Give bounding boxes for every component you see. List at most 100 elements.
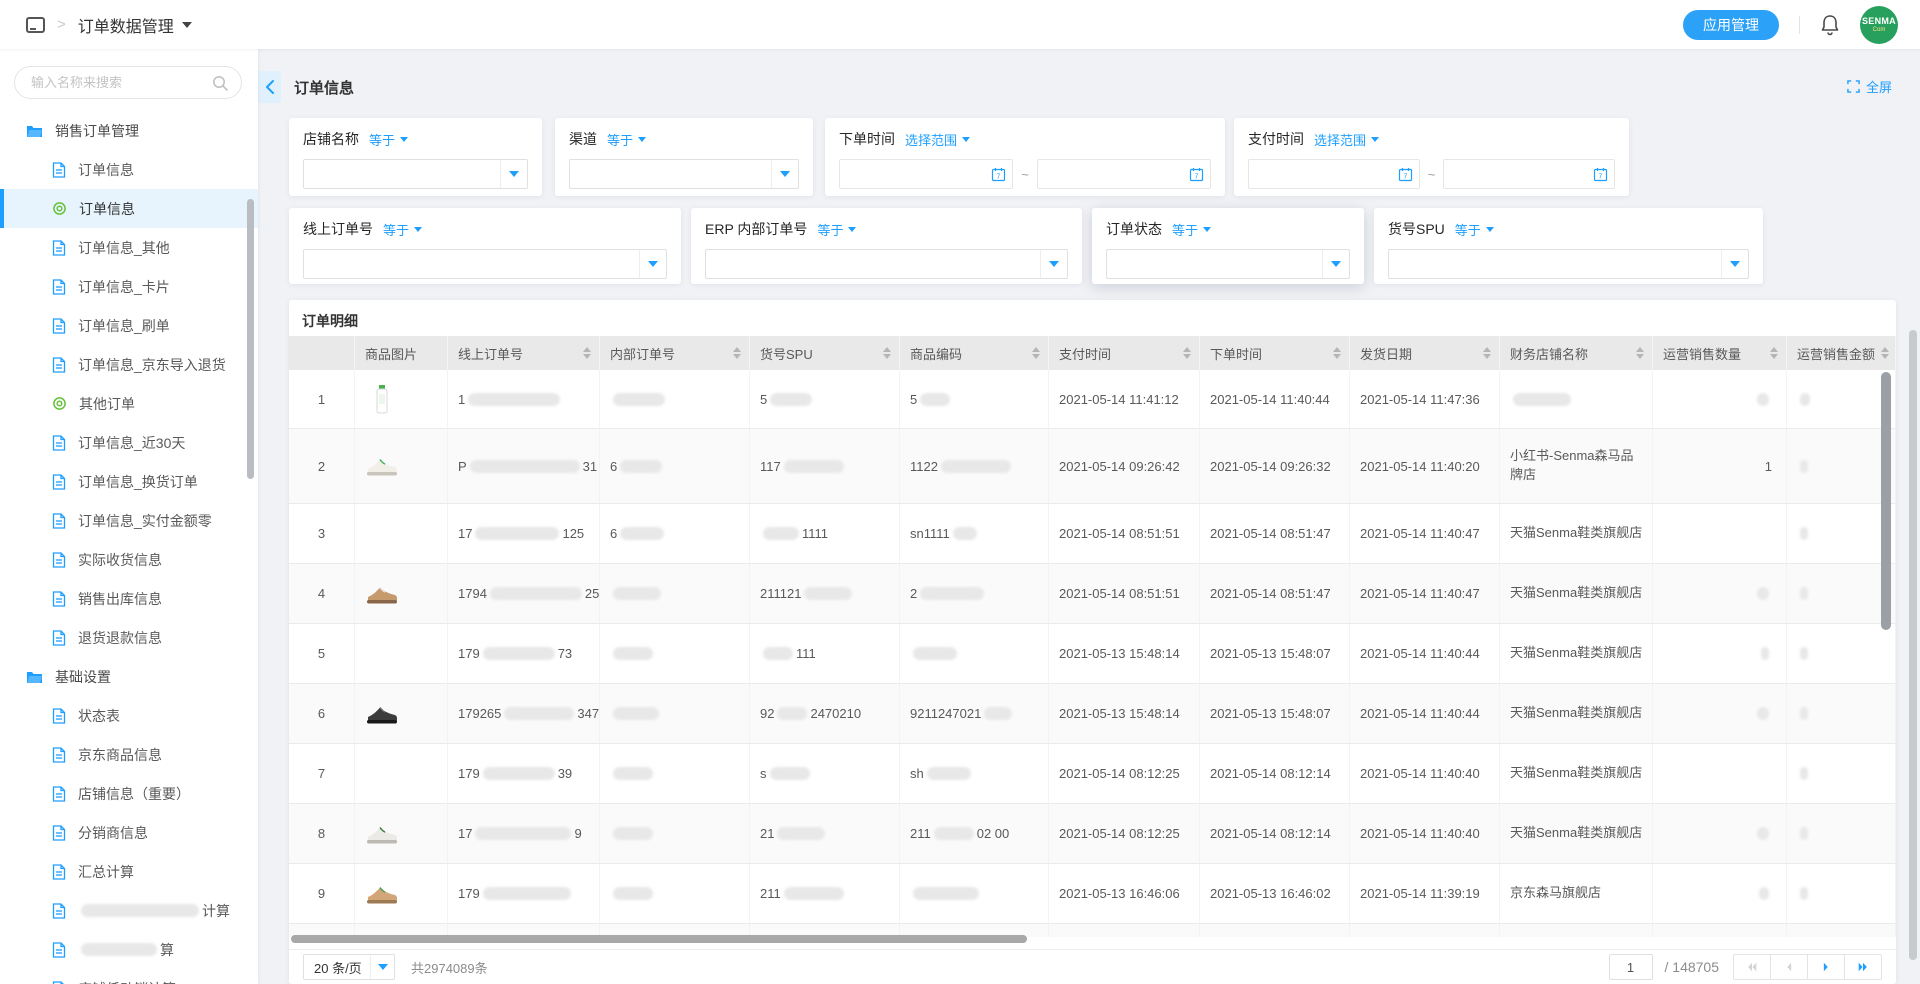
date-end-input-下单时间[interactable]: 7: [1037, 159, 1211, 189]
sidebar-item-退货退款信息[interactable]: 退货退款信息: [0, 618, 258, 657]
back-button[interactable]: [258, 71, 281, 103]
table-horizontal-scrollbar[interactable]: [291, 935, 1027, 943]
sidebar-item-label: 其他订单: [79, 394, 135, 414]
table-row[interactable]: 81792121102 002021-05-14 08:12:252021-05…: [289, 804, 1896, 864]
column-header-支付时间[interactable]: 支付时间: [1049, 336, 1200, 370]
filter-operator-dropdown[interactable]: 等于: [1455, 220, 1494, 239]
sort-icon[interactable]: [1026, 347, 1040, 359]
filter-operator-dropdown[interactable]: 选择范围: [905, 130, 970, 149]
column-header-内部订单号[interactable]: 内部订单号: [600, 336, 750, 370]
filter-operator-dropdown[interactable]: 等于: [817, 220, 856, 239]
sidebar-item-状态表[interactable]: 状态表: [0, 696, 258, 735]
filter-select-订单状态[interactable]: [1106, 249, 1350, 279]
first-page-button[interactable]: [1733, 954, 1771, 980]
table-row[interactable]: 417942521112122021-05-14 08:51:512021-05…: [289, 564, 1896, 624]
page-input[interactable]: [1609, 954, 1653, 980]
search-icon[interactable]: [211, 74, 229, 92]
search-input[interactable]: [15, 67, 241, 98]
sort-icon[interactable]: [877, 347, 891, 359]
sidebar-item-计算[interactable]: 计算: [0, 891, 258, 930]
window-scrollbar[interactable]: [1909, 330, 1917, 960]
table-row[interactable]: 6179265347392247021092112470212021-05-13…: [289, 684, 1896, 744]
sidebar-item-汇总计算[interactable]: 汇总计算: [0, 852, 258, 891]
sidebar-item-订单信息_近30天[interactable]: 订单信息_近30天: [0, 423, 258, 462]
calendar-icon[interactable]: 7: [1593, 167, 1608, 182]
sort-icon[interactable]: [1327, 347, 1341, 359]
table-row[interactable]: 2P31611711222021-05-14 09:26:422021-05-1…: [289, 429, 1896, 504]
sidebar-item-京东商品信息[interactable]: 京东商品信息: [0, 735, 258, 774]
calendar-icon[interactable]: 7: [991, 167, 1006, 182]
column-header-下单时间[interactable]: 下单时间: [1200, 336, 1350, 370]
sidebar-item-算[interactable]: 算: [0, 930, 258, 969]
column-header-商品编码[interactable]: 商品编码: [900, 336, 1049, 370]
page-size-select[interactable]: 20 条/页: [303, 954, 395, 980]
sort-icon[interactable]: [577, 347, 591, 359]
date-end-input-支付时间[interactable]: 7: [1443, 159, 1615, 189]
redacted-blur: [483, 887, 571, 900]
sidebar-item-订单信息_刷单[interactable]: 订单信息_刷单: [0, 306, 258, 345]
sidebar-scrollbar[interactable]: [247, 199, 254, 479]
filter-operator-dropdown[interactable]: 等于: [607, 130, 646, 149]
operator-caret-down-icon: [1486, 227, 1494, 232]
prev-page-button[interactable]: [1770, 954, 1808, 980]
sidebar-group-销售订单管理[interactable]: 销售订单管理: [0, 111, 258, 150]
next-page-button[interactable]: [1807, 954, 1845, 980]
sidebar-item-订单信息[interactable]: 订单信息: [0, 189, 258, 228]
window-icon[interactable]: [26, 17, 45, 33]
filter-operator-dropdown[interactable]: 选择范围: [1314, 130, 1379, 149]
table-row[interactable]: 11552021-05-14 11:41:122021-05-14 11:40:…: [289, 370, 1896, 429]
sidebar-item-店铺低动销计算[interactable]: 店铺低动销计算: [0, 969, 258, 984]
sidebar-item-实际收货信息[interactable]: 实际收货信息: [0, 540, 258, 579]
bell-icon[interactable]: [1820, 14, 1840, 36]
calendar-icon[interactable]: 7: [1189, 167, 1204, 182]
sidebar-item-分销商信息[interactable]: 分销商信息: [0, 813, 258, 852]
doc-icon: [52, 318, 66, 334]
column-header-线上订单号[interactable]: 线上订单号: [448, 336, 600, 370]
sort-icon[interactable]: [1477, 347, 1491, 359]
filter-operator-dropdown[interactable]: 等于: [369, 130, 408, 149]
date-start-input-支付时间[interactable]: 7: [1248, 159, 1420, 189]
sort-icon[interactable]: [1630, 347, 1644, 359]
table-row[interactable]: 717939ssh2021-05-14 08:12:252021-05-14 0…: [289, 744, 1896, 804]
sidebar-group-基础设置[interactable]: 基础设置: [0, 657, 258, 696]
sort-icon[interactable]: [1764, 347, 1778, 359]
column-header-运营销售数量[interactable]: 运营销售数量: [1653, 336, 1787, 370]
sidebar-item-店铺信息（重要）[interactable]: 店铺信息（重要）: [0, 774, 258, 813]
table-row[interactable]: 31712561111sn11112021-05-14 08:51:512021…: [289, 504, 1896, 564]
column-header-发货日期[interactable]: 发货日期: [1350, 336, 1500, 370]
filter-operator-dropdown[interactable]: 等于: [383, 220, 422, 239]
sidebar-item-订单信息_其他[interactable]: 订单信息_其他: [0, 228, 258, 267]
fullscreen-button[interactable]: 全屏: [1847, 77, 1892, 96]
sidebar-item-订单信息_京东导入退货[interactable]: 订单信息_京东导入退货: [0, 345, 258, 384]
filter-select-ERP 内部订单号[interactable]: [705, 249, 1068, 279]
column-header-货号SPU[interactable]: 货号SPU: [750, 336, 900, 370]
column-header-运营销售金额[interactable]: 运营销售金额: [1787, 336, 1896, 370]
internal-order-no-cell: 6: [600, 429, 750, 504]
column-header-财务店铺名称[interactable]: 财务店铺名称: [1500, 336, 1653, 370]
filter-select-店铺名称[interactable]: [303, 159, 528, 189]
workspace-caret-down-icon[interactable]: [182, 22, 192, 28]
table-vertical-scrollbar[interactable]: [1881, 372, 1891, 630]
folder-icon: [26, 670, 43, 684]
sidebar-item-订单信息[interactable]: 订单信息: [0, 150, 258, 189]
sort-icon[interactable]: [1875, 347, 1889, 359]
last-page-button[interactable]: [1844, 954, 1882, 980]
avatar[interactable]: SENMA Com: [1860, 6, 1898, 44]
filter-select-线上订单号[interactable]: [303, 249, 667, 279]
table-row[interactable]: 91792112021-05-13 16:46:062021-05-13 16:…: [289, 864, 1896, 924]
sort-icon[interactable]: [727, 347, 741, 359]
app-manage-button[interactable]: 应用管理: [1683, 10, 1779, 40]
sidebar-item-订单信息_实付金额零[interactable]: 订单信息_实付金额零: [0, 501, 258, 540]
sidebar-item-其他订单[interactable]: 其他订单: [0, 384, 258, 423]
sort-icon[interactable]: [1177, 347, 1191, 359]
sidebar-item-销售出库信息[interactable]: 销售出库信息: [0, 579, 258, 618]
filter-select-货号SPU[interactable]: [1388, 249, 1749, 279]
calendar-icon[interactable]: 7: [1398, 167, 1413, 182]
sidebar-item-订单信息_换货订单[interactable]: 订单信息_换货订单: [0, 462, 258, 501]
filter-operator-dropdown[interactable]: 等于: [1172, 220, 1211, 239]
workspace-title[interactable]: 订单数据管理: [78, 13, 174, 37]
sidebar-item-订单信息_卡片[interactable]: 订单信息_卡片: [0, 267, 258, 306]
date-start-input-下单时间[interactable]: 7: [839, 159, 1013, 189]
table-row[interactable]: 5179731112021-05-13 15:48:142021-05-13 1…: [289, 624, 1896, 684]
filter-select-渠道[interactable]: [569, 159, 799, 189]
